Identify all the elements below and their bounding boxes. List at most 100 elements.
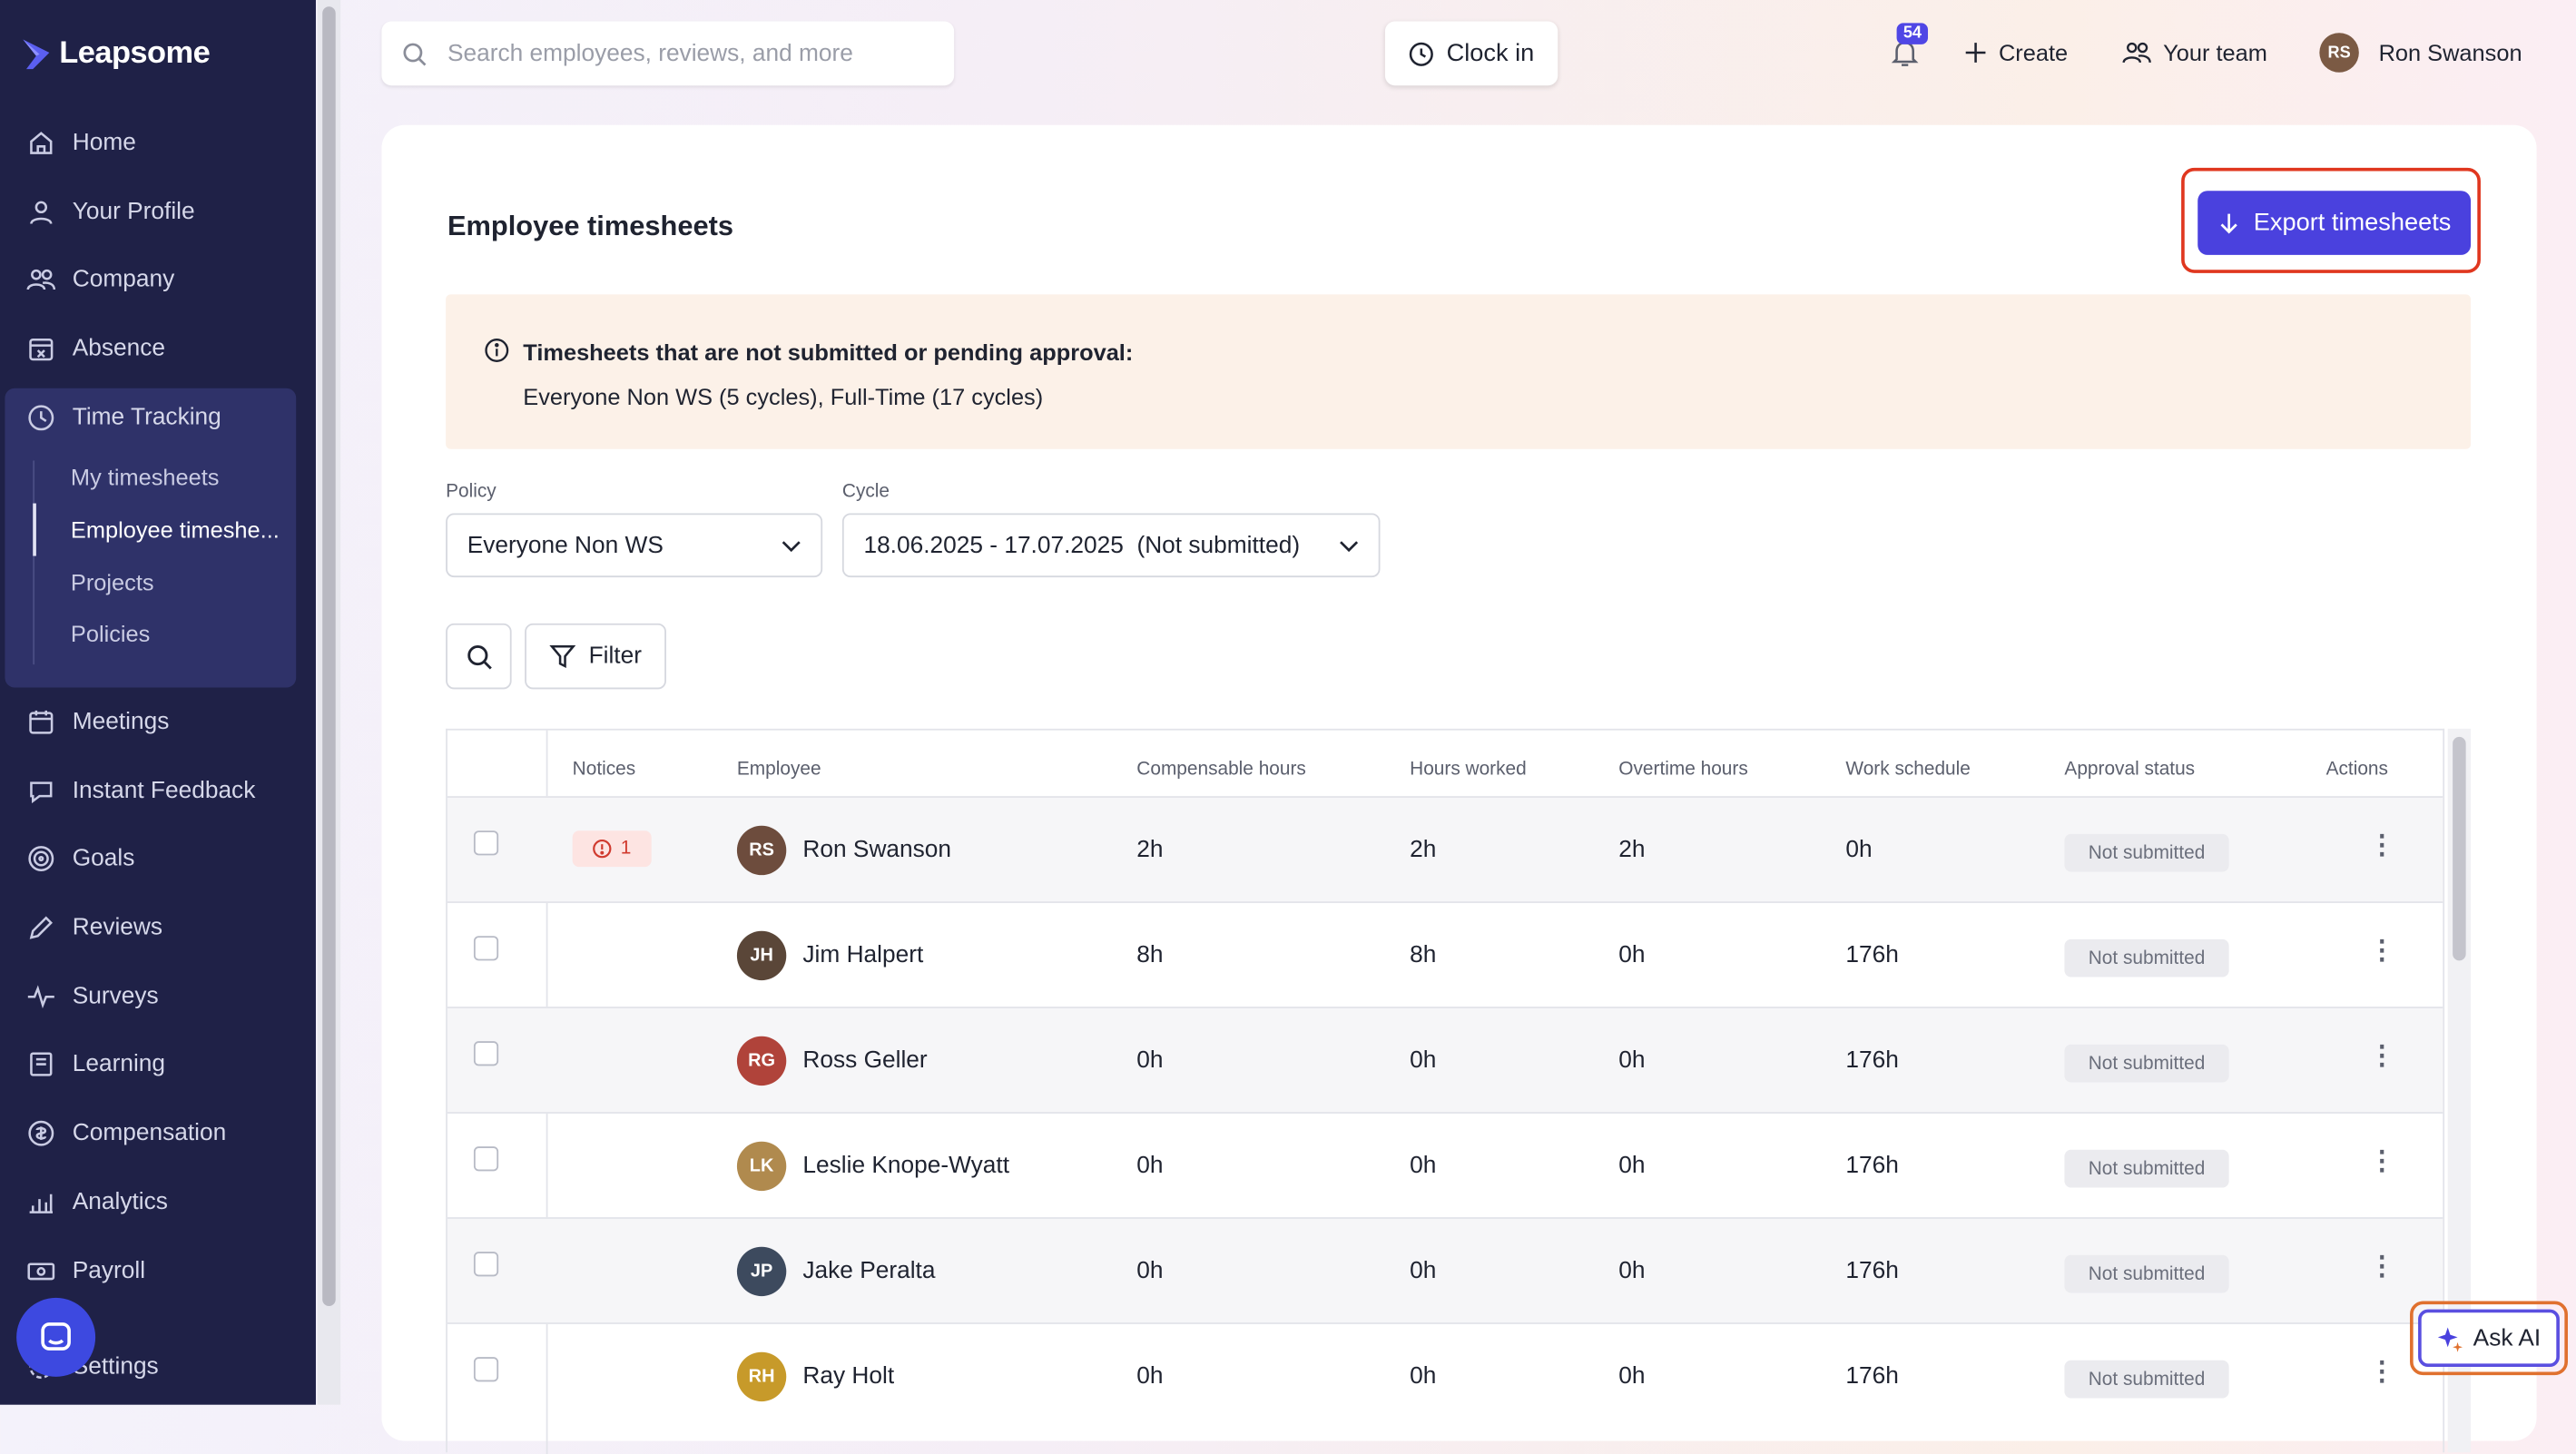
cycle-select[interactable]: 18.06.2025 - 17.07.2025 (Not submitted) bbox=[841, 513, 1381, 578]
sidebar-item-label: Payroll bbox=[72, 1258, 146, 1285]
policy-value: Everyone Non WS bbox=[467, 532, 664, 559]
employee-name[interactable]: Ross Geller bbox=[802, 1047, 927, 1074]
hours-worked: 2h bbox=[1410, 837, 1437, 864]
row-actions-menu-icon[interactable]: ⋮ bbox=[2369, 1360, 2395, 1387]
overtime-hours: 0h bbox=[1618, 1258, 1646, 1285]
header-work-schedule[interactable]: Work schedule bbox=[1845, 760, 1970, 780]
table-scrollbar-thumb[interactable] bbox=[2453, 736, 2466, 961]
export-timesheets-button[interactable]: Export timesheets bbox=[2197, 191, 2472, 255]
table-row[interactable]: JP Jake Peralta 0h 0h 0h 176h Not submit… bbox=[447, 1217, 2443, 1324]
search-input[interactable] bbox=[444, 38, 929, 69]
sidebar-item-instant-feedback[interactable]: Instant Feedback bbox=[26, 776, 255, 806]
clock-in-label: Clock in bbox=[1446, 39, 1535, 68]
row-checkbox[interactable] bbox=[473, 1041, 499, 1066]
hours-worked: 0h bbox=[1410, 1153, 1437, 1180]
policy-select[interactable]: Everyone Non WS bbox=[446, 513, 823, 578]
target-icon bbox=[28, 846, 54, 871]
filter-icon bbox=[549, 644, 576, 669]
table-search-button[interactable] bbox=[446, 623, 512, 690]
sidebar-item-absence[interactable]: Absence bbox=[26, 334, 165, 364]
sidebar-item-label: Goals bbox=[72, 845, 135, 872]
sidebar-item-meetings[interactable]: Meetings bbox=[26, 707, 169, 737]
employee-name[interactable]: Ron Swanson bbox=[802, 837, 951, 863]
chevron-down-icon bbox=[1340, 540, 1359, 552]
header-compensable-hours[interactable]: Compensable hours bbox=[1136, 760, 1306, 780]
table-row[interactable]: JH Jim Halpert 8h 8h 0h 176h Not submitt… bbox=[447, 901, 2443, 1008]
table-row[interactable]: LK Leslie Knope-Wyatt 0h 0h 0h 176h Not … bbox=[447, 1112, 2443, 1219]
table-row[interactable]: 1 RS Ron Swanson 2h 2h 2h 0h Not submitt… bbox=[447, 796, 2443, 903]
sidebar-item-time-tracking[interactable]: Time Tracking bbox=[26, 403, 221, 433]
sidebar-item-learning[interactable]: Learning bbox=[26, 1049, 165, 1079]
row-checkbox[interactable] bbox=[473, 1252, 499, 1277]
submenu-my-timesheets[interactable]: My timesheets bbox=[71, 464, 220, 490]
table-row[interactable]: RG Ross Geller 0h 0h 0h 176h Not submitt… bbox=[447, 1007, 2443, 1114]
page-title: Employee timesheets bbox=[447, 210, 734, 242]
support-chat-button[interactable] bbox=[16, 1297, 96, 1377]
row-checkbox[interactable] bbox=[473, 936, 499, 961]
header-overtime-hours[interactable]: Overtime hours bbox=[1618, 760, 1747, 780]
employee-name[interactable]: Jake Peralta bbox=[802, 1258, 935, 1284]
sidebar-item-company[interactable]: Company bbox=[26, 265, 174, 295]
row-actions-menu-icon[interactable]: ⋮ bbox=[2369, 1044, 2395, 1071]
user-icon bbox=[30, 201, 53, 224]
notice-text: Everyone Non WS (5 cycles), Full-Time (1… bbox=[523, 383, 1044, 410]
row-actions-menu-icon[interactable]: ⋮ bbox=[2369, 1149, 2395, 1176]
brand-name: Leapsome bbox=[59, 35, 211, 71]
row-checkbox[interactable] bbox=[473, 1146, 499, 1172]
row-actions-menu-icon[interactable]: ⋮ bbox=[2369, 1254, 2395, 1282]
sidebar-item-goals[interactable]: Goals bbox=[26, 844, 134, 874]
clock-in-button[interactable]: Clock in bbox=[1384, 21, 1558, 86]
main-card: Employee timesheets Export timesheets Ti… bbox=[381, 124, 2537, 1454]
sidebar-item-payroll[interactable]: Payroll bbox=[26, 1257, 145, 1287]
sidebar-item-surveys[interactable]: Surveys bbox=[26, 982, 159, 1012]
submenu-projects[interactable]: Projects bbox=[71, 569, 154, 595]
header-hours-worked[interactable]: Hours worked bbox=[1410, 760, 1527, 780]
leapsome-logo[interactable]: Leapsome bbox=[20, 35, 211, 73]
overtime-hours: 0h bbox=[1618, 1153, 1646, 1180]
your-team-button[interactable]: Your team bbox=[2122, 39, 2267, 65]
sidebar-item-home[interactable]: Home bbox=[26, 128, 136, 158]
ask-ai-button[interactable]: Ask AI bbox=[2418, 1309, 2560, 1368]
sidebar-item-label: Company bbox=[72, 266, 175, 293]
user-menu[interactable]: RS Ron Swanson bbox=[2319, 33, 2522, 73]
avatar: JP bbox=[736, 1246, 787, 1297]
work-schedule: 176h bbox=[1845, 942, 1899, 969]
sidebar-item-analytics[interactable]: Analytics bbox=[26, 1187, 168, 1217]
notice-badge[interactable]: 1 bbox=[572, 830, 652, 868]
global-search[interactable] bbox=[381, 21, 955, 86]
work-schedule: 0h bbox=[1845, 837, 1873, 864]
alert-icon bbox=[593, 839, 612, 859]
row-checkbox[interactable] bbox=[473, 830, 499, 856]
status-badge: Not submitted bbox=[2064, 1360, 2229, 1399]
sidebar-item-compensation[interactable]: Compensation bbox=[26, 1118, 226, 1148]
work-schedule: 176h bbox=[1845, 1258, 1899, 1285]
create-button[interactable]: Create bbox=[1964, 39, 2068, 65]
sidebar-item-label: Time Tracking bbox=[72, 404, 221, 431]
work-schedule: 176h bbox=[1845, 1363, 1899, 1390]
page-scrollbar-thumb[interactable] bbox=[322, 6, 336, 1306]
sidebar-item-reviews[interactable]: Reviews bbox=[26, 913, 162, 943]
row-checkbox[interactable] bbox=[473, 1357, 499, 1382]
avatar: JH bbox=[736, 930, 787, 981]
employee-name[interactable]: Jim Halpert bbox=[802, 942, 923, 968]
notice-count: 1 bbox=[620, 839, 632, 860]
pending-timesheets-notice: Timesheets that are not submitted or pen… bbox=[446, 294, 2472, 449]
hours-worked: 0h bbox=[1410, 1047, 1437, 1075]
employee-name[interactable]: Leslie Knope-Wyatt bbox=[802, 1153, 1009, 1179]
cycle-value: 18.06.2025 - 17.07.2025 (Not submitted) bbox=[863, 532, 1301, 559]
sidebar-item-your-profile[interactable]: Your Profile bbox=[26, 197, 195, 227]
submenu-employee-timesheets[interactable]: Employee timeshe... bbox=[71, 516, 280, 543]
employee-name[interactable]: Ray Holt bbox=[802, 1363, 894, 1390]
submenu-policies[interactable]: Policies bbox=[71, 620, 150, 646]
hours-worked: 0h bbox=[1410, 1363, 1437, 1390]
row-actions-menu-icon[interactable]: ⋮ bbox=[2369, 938, 2395, 966]
header-employee[interactable]: Employee bbox=[737, 760, 821, 780]
row-actions-menu-icon[interactable]: ⋮ bbox=[2369, 833, 2395, 860]
submenu-divider bbox=[33, 460, 35, 665]
header-approval-status[interactable]: Approval status bbox=[2064, 760, 2195, 780]
header-notices[interactable]: Notices bbox=[573, 760, 636, 780]
chart-icon bbox=[29, 1194, 53, 1213]
filter-button[interactable]: Filter bbox=[525, 623, 666, 690]
home-icon bbox=[30, 132, 53, 154]
table-row[interactable]: RH Ray Holt 0h 0h 0h 176h Not submitted … bbox=[447, 1322, 2443, 1429]
